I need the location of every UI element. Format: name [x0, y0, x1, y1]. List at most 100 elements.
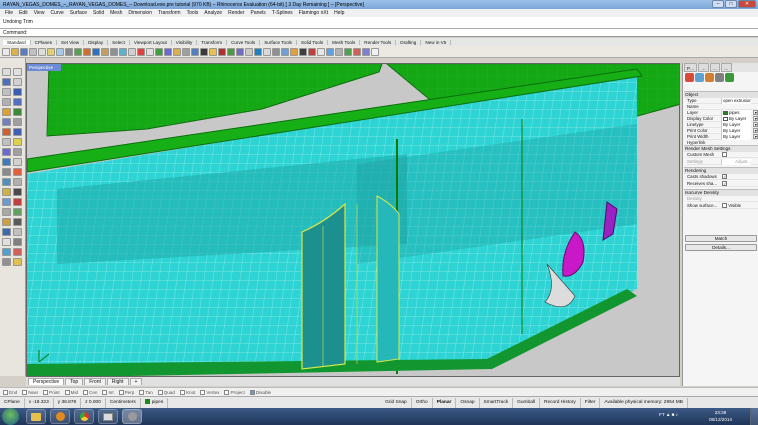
menu-analyze[interactable]: Analyze	[201, 10, 225, 16]
toolbar-tab-viewport-layout[interactable]: Viewport Layout	[130, 39, 172, 45]
smarttrack-toggle[interactable]: SmartTrack	[480, 397, 514, 408]
palette-tool-icon[interactable]	[2, 158, 11, 166]
palette-tool-icon[interactable]	[2, 178, 11, 186]
toolbar-tool-icon[interactable]	[245, 47, 253, 56]
palette-tool-icon[interactable]	[13, 218, 22, 226]
custom-mesh-checkbox[interactable]	[722, 152, 727, 158]
palette-tool-icon[interactable]	[2, 118, 11, 126]
toolbar-tool-icon[interactable]	[254, 47, 262, 56]
menu-render[interactable]: Render	[225, 10, 247, 16]
maximize-button[interactable]: □	[725, 0, 737, 8]
palette-tool-icon[interactable]	[2, 148, 11, 156]
chevron-down-icon[interactable]: ▾	[753, 122, 758, 127]
palette-tool-icon[interactable]	[13, 148, 22, 156]
palette-tool-icon[interactable]	[13, 88, 22, 96]
osnap-checkbox[interactable]	[64, 389, 70, 395]
osnap-mid[interactable]: Mid	[64, 389, 78, 395]
osnap-perp[interactable]: Perp	[118, 389, 134, 395]
menu-mesh[interactable]: Mesh	[107, 10, 125, 16]
toolbar-tool-icon[interactable]	[182, 47, 190, 56]
viewport-tab-front[interactable]: Front	[84, 378, 106, 385]
viewport-tab-right[interactable]: Right	[106, 378, 129, 385]
rhino-taskbar-icon[interactable]	[122, 409, 142, 424]
planar-toggle[interactable]: Planar	[433, 397, 457, 408]
palette-tool-icon[interactable]	[2, 218, 11, 226]
toolbar-tab-mesh-tools[interactable]: Mesh Tools	[328, 39, 361, 45]
osnap-disable[interactable]: Disable	[249, 389, 271, 395]
palette-tool-icon[interactable]	[2, 248, 11, 256]
toolbar-tool-icon[interactable]	[47, 47, 55, 56]
filter-toggle[interactable]: Filter	[581, 397, 601, 408]
adjust-button[interactable]: Adjust...	[721, 159, 751, 165]
panel-tab[interactable]: …	[698, 63, 709, 72]
palette-tool-icon[interactable]	[13, 98, 22, 106]
toolbar-tool-icon[interactable]	[92, 47, 100, 56]
toolbar-tool-icon[interactable]	[119, 47, 127, 56]
toolbar-tool-icon[interactable]	[146, 47, 154, 56]
viewport-label[interactable]: Perspective	[27, 64, 61, 71]
toolbar-tool-icon[interactable]	[218, 47, 226, 56]
osnap-checkbox[interactable]	[102, 389, 108, 395]
toolbar-tool-icon[interactable]	[272, 47, 280, 56]
menu-view[interactable]: View	[31, 10, 48, 16]
minimize-button[interactable]: –	[712, 0, 724, 8]
chevron-down-icon[interactable]: ▾	[753, 110, 758, 115]
panel-tab[interactable]: P…	[684, 63, 698, 72]
toolbar-tool-icon[interactable]	[83, 47, 91, 56]
osnap-near[interactable]: Near	[22, 389, 38, 395]
chrome-icon[interactable]	[74, 409, 94, 424]
palette-tool-icon[interactable]	[13, 128, 22, 136]
media-player-icon[interactable]	[50, 409, 70, 424]
toolbar-tool-icon[interactable]	[326, 47, 334, 56]
toolbar-tool-icon[interactable]	[191, 47, 199, 56]
explorer-icon[interactable]	[26, 409, 46, 424]
toolbar-tool-icon[interactable]	[362, 47, 370, 56]
palette-tool-icon[interactable]	[2, 128, 11, 136]
osnap-checkbox[interactable]	[139, 389, 145, 395]
viewport-tab-add[interactable]: +	[129, 378, 143, 385]
osnap-checkbox[interactable]	[22, 389, 28, 395]
toolbar-tool-icon[interactable]	[38, 47, 46, 56]
palette-tool-icon[interactable]	[2, 68, 11, 76]
surface-icon[interactable]	[725, 73, 734, 82]
palette-tool-icon[interactable]	[2, 108, 11, 116]
toolbar-tab-surface-tools[interactable]: Surface Tools	[260, 39, 297, 45]
osnap-tan[interactable]: Tan	[139, 389, 153, 395]
toolbar-tab-solid-tools[interactable]: Solid Tools	[297, 39, 329, 45]
texture-icon[interactable]	[705, 73, 714, 82]
osnap-int[interactable]: Int	[102, 389, 114, 395]
osnap-knot[interactable]: Knot	[179, 389, 195, 395]
viewport-tab-top[interactable]: Top	[65, 378, 84, 385]
details-button[interactable]: Details...	[685, 244, 757, 251]
toolbar-tab-cplanes[interactable]: CPlanes	[31, 39, 58, 45]
menu-edit[interactable]: Edit	[16, 10, 31, 16]
toolbar-tool-icon[interactable]	[317, 47, 325, 56]
toolbar-tool-icon[interactable]	[200, 47, 208, 56]
palette-tool-icon[interactable]	[2, 88, 11, 96]
toolbar-tool-icon[interactable]	[335, 47, 343, 56]
palette-tool-icon[interactable]	[13, 188, 22, 196]
toolbar-tool-icon[interactable]	[56, 47, 64, 56]
toolbar-tool-icon[interactable]	[65, 47, 73, 56]
osnap-point[interactable]: Point	[43, 389, 60, 395]
palette-tool-icon[interactable]	[13, 168, 22, 176]
ortho-toggle[interactable]: Ortho	[412, 397, 433, 408]
toolbar-tool-icon[interactable]	[227, 47, 235, 56]
menu-surface[interactable]: Surface	[67, 10, 90, 16]
toolbar-tool-icon[interactable]	[263, 47, 271, 56]
toolbar-tool-icon[interactable]	[11, 47, 19, 56]
toolbar-tool-icon[interactable]	[371, 47, 379, 56]
menu-curve[interactable]: Curve	[47, 10, 66, 16]
panel-tab[interactable]: …	[721, 63, 732, 72]
close-button[interactable]: ✕	[738, 0, 756, 8]
menu-flamingo-nxt[interactable]: Flamingo nXt	[296, 10, 331, 16]
toolbar-tool-icon[interactable]	[164, 47, 172, 56]
toolbar-tool-icon[interactable]	[2, 47, 10, 56]
toolbar-tab-display[interactable]: Display	[84, 39, 109, 45]
osnap-vertex[interactable]: Vertex	[200, 389, 219, 395]
palette-tool-icon[interactable]	[13, 228, 22, 236]
chevron-down-icon[interactable]: ▾	[753, 128, 758, 133]
osnap-toggle[interactable]: Osnap	[456, 397, 480, 408]
menu-dimension[interactable]: Dimension	[125, 10, 155, 16]
visible-checkbox[interactable]	[722, 203, 727, 209]
